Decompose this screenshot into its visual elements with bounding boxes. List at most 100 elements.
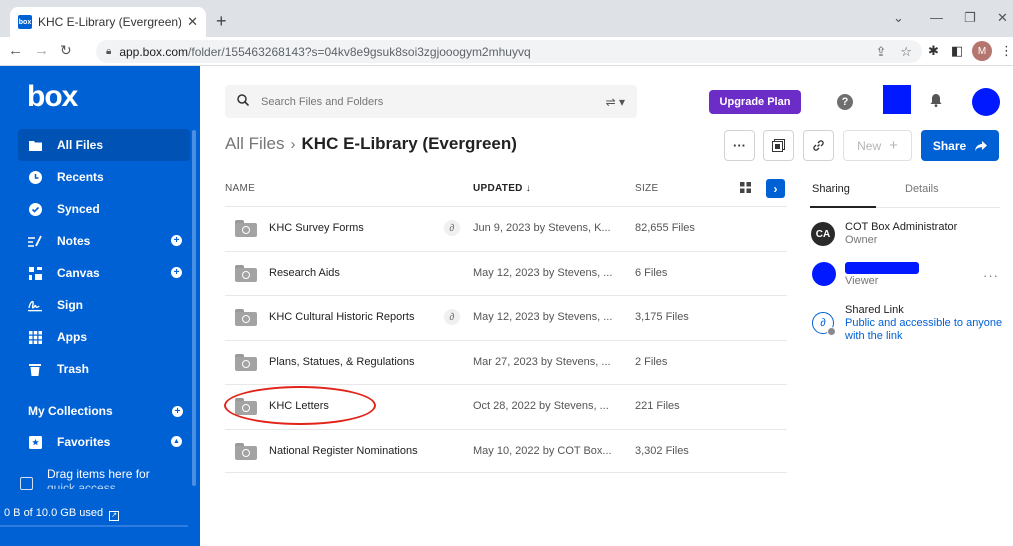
folder-name[interactable]: KHC Survey Forms bbox=[269, 222, 364, 234]
sort-down-arrow-icon: ↓ bbox=[525, 183, 532, 194]
shared-link-access-link[interactable]: Public and accessible to anyone with the… bbox=[845, 317, 1005, 343]
sidebar-item-all-files[interactable]: All Files bbox=[18, 129, 190, 161]
add-note-icon[interactable]: + bbox=[171, 235, 182, 246]
help-icon[interactable]: ? bbox=[837, 94, 853, 110]
tab-sharing[interactable]: Sharing bbox=[812, 183, 850, 195]
sidebar-item-synced[interactable]: Synced bbox=[0, 193, 190, 225]
shared-link-icon[interactable]: ∂ bbox=[444, 220, 460, 236]
folder-name[interactable]: Plans, Statues, & Regulations bbox=[269, 356, 415, 368]
sidebar-item-label: Synced bbox=[57, 202, 100, 216]
box-logo[interactable]: box bbox=[27, 80, 78, 114]
storage-usage[interactable]: 0 B of 10.0 GB used ↗ bbox=[0, 507, 200, 521]
apps-grid-icon bbox=[28, 330, 42, 344]
bookmark-star-icon[interactable]: ☆ bbox=[900, 44, 912, 60]
column-header-size[interactable]: SIZE bbox=[635, 183, 658, 194]
sidebar-item-label: Recents bbox=[57, 170, 104, 184]
extensions-puzzle-icon[interactable]: ✱ bbox=[928, 43, 939, 59]
sidebar-item-my-collections[interactable]: My Collections + bbox=[28, 404, 188, 418]
collaborator-more-icon[interactable]: ··· bbox=[983, 268, 999, 283]
copy-link-button[interactable] bbox=[803, 130, 834, 161]
shared-folder-icon bbox=[235, 442, 257, 460]
restore-window-icon[interactable]: ❐ bbox=[964, 10, 976, 26]
shared-link-icon[interactable]: ∂ bbox=[812, 312, 836, 336]
sidebar-item-trash[interactable]: Trash bbox=[0, 353, 190, 385]
table-row[interactable]: National Register Nominations May 10, 20… bbox=[225, 428, 787, 473]
notes-icon bbox=[28, 234, 42, 248]
shared-link-icon[interactable]: ∂ bbox=[444, 309, 460, 325]
profile-avatar[interactable]: M bbox=[972, 41, 992, 61]
column-header-updated[interactable]: UPDATED ↓ bbox=[473, 183, 531, 194]
table-row[interactable]: KHC Survey Forms ∂ Jun 9, 2023 by Steven… bbox=[225, 206, 787, 251]
sidebar-item-recents[interactable]: Recents bbox=[0, 161, 190, 193]
sidebar-item-sign[interactable]: Sign bbox=[0, 289, 190, 321]
canvas-icon bbox=[28, 266, 42, 280]
updated-text: Oct 28, 2022 by Stevens, ... bbox=[473, 400, 609, 412]
sidebar-item-favorites[interactable]: Favorites ▲ bbox=[0, 426, 190, 458]
updated-text: Mar 27, 2023 by Stevens, ... bbox=[473, 355, 611, 368]
side-panel-icon[interactable]: ◧ bbox=[951, 43, 963, 59]
column-header-name[interactable]: NAME bbox=[225, 183, 255, 194]
folder-name[interactable]: Research Aids bbox=[269, 267, 340, 279]
share-button[interactable]: Share bbox=[921, 130, 999, 161]
redacted-block bbox=[883, 85, 911, 114]
updated-text: Jun 9, 2023 by Stevens, K... bbox=[473, 222, 611, 234]
tab-details[interactable]: Details bbox=[905, 183, 939, 195]
browser-tab-title: KHC E-Library (Evergreen) | Powe bbox=[38, 15, 182, 29]
search-input[interactable]: Search Files and Folders ⇌ ▾ bbox=[225, 85, 637, 118]
owner-name: COT Box Administrator bbox=[845, 221, 958, 233]
share-arrow-icon bbox=[975, 140, 988, 151]
toggle-sidebar-panel-button[interactable]: › bbox=[766, 179, 785, 198]
reload-icon[interactable]: ↻ bbox=[60, 42, 72, 59]
size-text: 3,175 Files bbox=[635, 311, 689, 323]
new-button[interactable]: New + bbox=[843, 130, 912, 161]
table-row[interactable]: KHC Cultural Historic Reports ∂ May 12, … bbox=[225, 295, 787, 340]
active-tab-indicator bbox=[810, 206, 876, 208]
table-row[interactable]: Plans, Statues, & Regulations Mar 27, 20… bbox=[225, 339, 787, 385]
close-window-icon[interactable]: ✕ bbox=[997, 10, 1008, 26]
quick-access-icon bbox=[20, 477, 33, 490]
sidebar-item-label: Apps bbox=[57, 330, 87, 344]
address-bar[interactable]: 🔒︎ app.box.com/folder/155463268143?s=04k… bbox=[96, 40, 922, 63]
shared-folder-icon bbox=[235, 309, 257, 326]
quick-access-dropzone[interactable]: Drag items here for quick access bbox=[20, 467, 190, 490]
sidebar-item-label: Trash bbox=[57, 362, 90, 376]
redacted-avatar bbox=[812, 262, 836, 286]
grid-view-icon[interactable] bbox=[740, 182, 751, 196]
tab-search-chevron-icon[interactable]: ⌄ bbox=[893, 10, 904, 26]
sidebar-item-apps[interactable]: Apps bbox=[0, 321, 190, 353]
redacted-avatar bbox=[972, 88, 1000, 116]
clock-icon bbox=[28, 170, 42, 184]
folder-name[interactable]: KHC Cultural Historic Reports bbox=[269, 311, 414, 323]
annotation-circle bbox=[224, 386, 376, 425]
close-tab-icon[interactable]: ✕ bbox=[187, 14, 198, 30]
url-path: /folder/155463268143?s=04kv8e9gsuk8soi3z… bbox=[188, 44, 531, 59]
forward-arrow-icon[interactable]: → bbox=[34, 42, 49, 59]
browser-tab-bar: box KHC E-Library (Evergreen) | Powe ✕ +… bbox=[0, 0, 1013, 37]
new-tab-button[interactable]: + bbox=[216, 12, 227, 30]
folder-name[interactable]: National Register Nominations bbox=[269, 445, 418, 457]
external-link-icon: ↗ bbox=[109, 511, 120, 521]
breadcrumb-all-files[interactable]: All Files bbox=[225, 134, 285, 154]
upgrade-plan-button[interactable]: Upgrade Plan bbox=[709, 90, 801, 114]
sidebar-item-notes[interactable]: Notes + bbox=[0, 225, 190, 257]
back-arrow-icon[interactable]: ← bbox=[8, 42, 23, 59]
more-options-button[interactable]: ··· bbox=[724, 130, 755, 161]
browser-menu-icon[interactable]: ⋮ bbox=[1000, 43, 1013, 59]
sidebar-nav: All Files Recents Synced Notes + Canvas … bbox=[0, 129, 190, 385]
browser-tab[interactable]: box KHC E-Library (Evergreen) | Powe ✕ bbox=[10, 7, 206, 37]
sidebar-item-label: Notes bbox=[57, 234, 91, 248]
share-page-icon[interactable]: ⇪ bbox=[875, 44, 886, 60]
table-row[interactable]: Research Aids May 12, 2023 by Stevens, .… bbox=[225, 250, 787, 296]
search-filter-icon[interactable]: ⇌ ▾ bbox=[606, 95, 625, 109]
notifications-bell-icon[interactable] bbox=[929, 93, 943, 107]
add-canvas-icon[interactable]: + bbox=[171, 267, 182, 278]
add-collection-icon[interactable]: + bbox=[172, 406, 183, 417]
updated-text: May 12, 2023 by Stevens, ... bbox=[473, 266, 613, 279]
folder-properties-button[interactable] bbox=[763, 130, 794, 161]
sidebar-scrollbar[interactable] bbox=[192, 130, 196, 486]
sidebar-item-canvas[interactable]: Canvas + bbox=[0, 257, 190, 289]
collapse-favorites-icon[interactable]: ▲ bbox=[171, 436, 182, 447]
file-list: KHC Survey Forms ∂ Jun 9, 2023 by Steven… bbox=[225, 206, 787, 473]
new-button-label: New bbox=[857, 138, 882, 153]
minimize-window-icon[interactable]: — bbox=[930, 10, 943, 25]
